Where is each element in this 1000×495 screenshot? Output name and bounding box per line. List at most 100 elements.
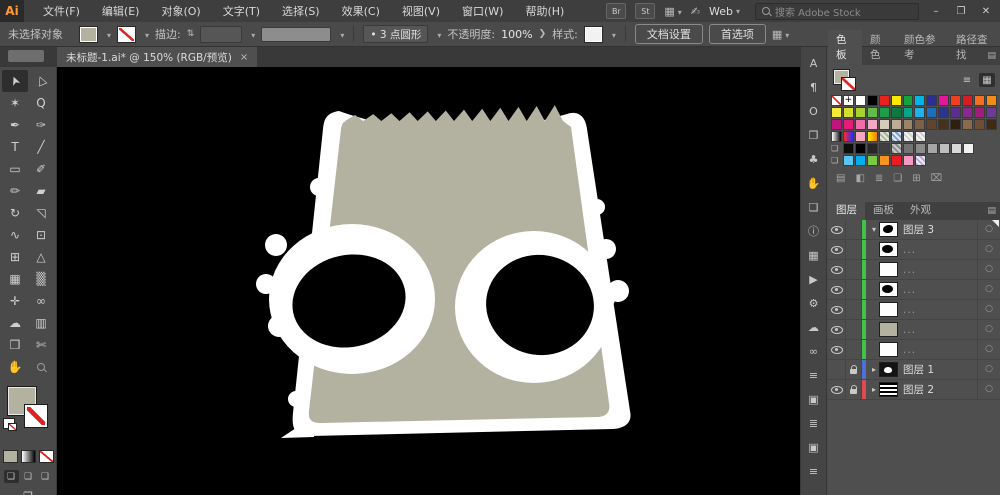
swatch[interactable] [855, 107, 866, 118]
stroke-weight-dropdown-icon[interactable] [248, 28, 255, 41]
workspace-switcher[interactable]: Web [709, 5, 740, 18]
lock-toggle[interactable] [846, 300, 862, 319]
swatch[interactable] [855, 155, 866, 166]
swatch-gradient[interactable] [831, 131, 842, 142]
swatch[interactable] [950, 119, 961, 130]
expand-toggle[interactable] [869, 225, 879, 234]
preferences-button[interactable]: 首选项 [709, 24, 766, 44]
swatch[interactable] [891, 95, 902, 106]
swatch[interactable] [867, 107, 878, 118]
layer-name[interactable]: ... [903, 324, 916, 336]
brush-definition-select[interactable]: • 3 点圆形 [363, 25, 428, 43]
swatch[interactable] [914, 119, 925, 130]
swatch-pattern[interactable] [915, 155, 926, 166]
workspace-panel-icon[interactable]: ▦ [772, 28, 789, 41]
document-setup-button[interactable]: 文档设置 [635, 24, 703, 44]
lock-toggle[interactable] [846, 380, 862, 399]
swatch[interactable] [938, 95, 949, 106]
draw-inside-mode[interactable]: ❏ [38, 470, 53, 483]
selection-tool[interactable]: ➤ [2, 70, 28, 92]
lock-toggle[interactable] [846, 240, 862, 259]
bridge-button[interactable]: Br [606, 3, 626, 19]
target-circle[interactable]: ○ [977, 340, 1000, 359]
layer-object-row[interactable]: ...○ [828, 340, 1000, 360]
swatch-pattern[interactable] [915, 131, 926, 142]
swatch-pattern[interactable] [891, 131, 902, 142]
swatch[interactable] [986, 119, 997, 130]
new-color-group-button[interactable]: ❏ [893, 173, 902, 184]
pencil-tool[interactable]: ✏ [2, 180, 28, 202]
character-panel-icon[interactable]: A [805, 55, 823, 71]
swatch[interactable] [867, 95, 878, 106]
visibility-toggle[interactable] [828, 340, 846, 359]
panel-menu-icon[interactable]: ▤ [987, 51, 996, 61]
arrange-documents-icon[interactable]: ▦ [664, 5, 681, 18]
screen-mode-button[interactable]: ❐ [0, 490, 56, 495]
stroke-color-swatch[interactable] [117, 26, 136, 43]
swatch-kinds-button[interactable]: ◧ [855, 173, 864, 184]
fill-color-swatch[interactable] [79, 26, 98, 43]
target-circle[interactable]: ○ [977, 240, 1000, 259]
expand-toggle[interactable] [869, 365, 879, 374]
paragraph-panel-icon[interactable]: ¶ [805, 79, 823, 95]
symbols-panel-icon[interactable]: ♣ [805, 151, 823, 167]
target-circle[interactable]: ○ [977, 380, 1000, 399]
swatch[interactable] [855, 143, 866, 154]
stroke-weight-input[interactable] [200, 26, 242, 43]
lock-toggle[interactable] [846, 320, 862, 339]
swatch-pattern[interactable] [879, 131, 890, 142]
layer-name[interactable]: 图层 2 [903, 382, 934, 397]
close-button[interactable]: ✕ [978, 6, 994, 17]
swatch[interactable] [843, 143, 854, 154]
symbol-sprayer-tool[interactable]: ☁ [2, 312, 28, 334]
stroke-swatch[interactable] [24, 404, 48, 428]
swatch[interactable] [903, 95, 914, 106]
swatch[interactable] [843, 155, 854, 166]
brush-dropdown-icon[interactable] [434, 28, 441, 41]
swatch[interactable] [891, 119, 902, 130]
swatch-options-button[interactable]: ≣ [875, 173, 883, 184]
swatch[interactable] [962, 107, 973, 118]
swatch[interactable] [914, 107, 925, 118]
layer-name[interactable]: ... [903, 244, 916, 256]
style-swatch[interactable] [584, 26, 603, 43]
delete-swatch-button[interactable]: ⌧ [931, 173, 943, 184]
gradient-panel-icon[interactable]: ≡ [805, 463, 823, 479]
menu-item-4[interactable]: 选择(S) [271, 0, 331, 22]
draw-normal-mode[interactable]: ❏ [4, 470, 19, 483]
swatch-pattern[interactable] [903, 131, 914, 142]
visibility-toggle[interactable] [828, 300, 846, 319]
swatch-gradient[interactable] [867, 131, 878, 142]
perspective-grid-tool[interactable]: △ [28, 246, 54, 268]
target-circle[interactable]: ○ [977, 320, 1000, 339]
swatch[interactable] [903, 143, 914, 154]
new-swatch-button[interactable]: ⊞ [912, 173, 920, 184]
menu-item-8[interactable]: 帮助(H) [514, 0, 575, 22]
width-tool[interactable]: ∿ [2, 224, 28, 246]
menu-item-6[interactable]: 视图(V) [391, 0, 451, 22]
swatch[interactable] [950, 95, 961, 106]
list-view-icon[interactable]: ≡ [959, 73, 975, 87]
layer-object-row[interactable]: ...○ [828, 280, 1000, 300]
mesh-tool[interactable]: ▦ [2, 268, 28, 290]
swatch[interactable] [926, 95, 937, 106]
swatch[interactable] [903, 107, 914, 118]
swatch[interactable] [831, 107, 842, 118]
swatch[interactable] [879, 155, 890, 166]
opacity-value[interactable]: 100% [501, 28, 532, 41]
style-dropdown-icon[interactable] [609, 28, 616, 41]
swatch[interactable] [879, 143, 890, 154]
swatch[interactable] [867, 143, 878, 154]
swatch-registration[interactable]: + [843, 95, 854, 106]
color-button[interactable] [3, 450, 18, 463]
width-profile-dropdown-icon[interactable] [337, 28, 344, 41]
stroke-dropdown-icon[interactable] [142, 28, 149, 41]
brushes-panel-icon[interactable]: ▣ [805, 391, 823, 407]
menu-item-2[interactable]: 对象(O) [150, 0, 211, 22]
menu-item-7[interactable]: 窗口(W) [451, 0, 514, 22]
target-circle[interactable]: ○ [977, 300, 1000, 319]
swatches-tab-2[interactable]: 颜色参考 [896, 30, 948, 65]
layer-row[interactable]: 图层 1○ [828, 360, 1000, 380]
lock-toggle[interactable] [846, 280, 862, 299]
lock-toggle[interactable] [846, 340, 862, 359]
